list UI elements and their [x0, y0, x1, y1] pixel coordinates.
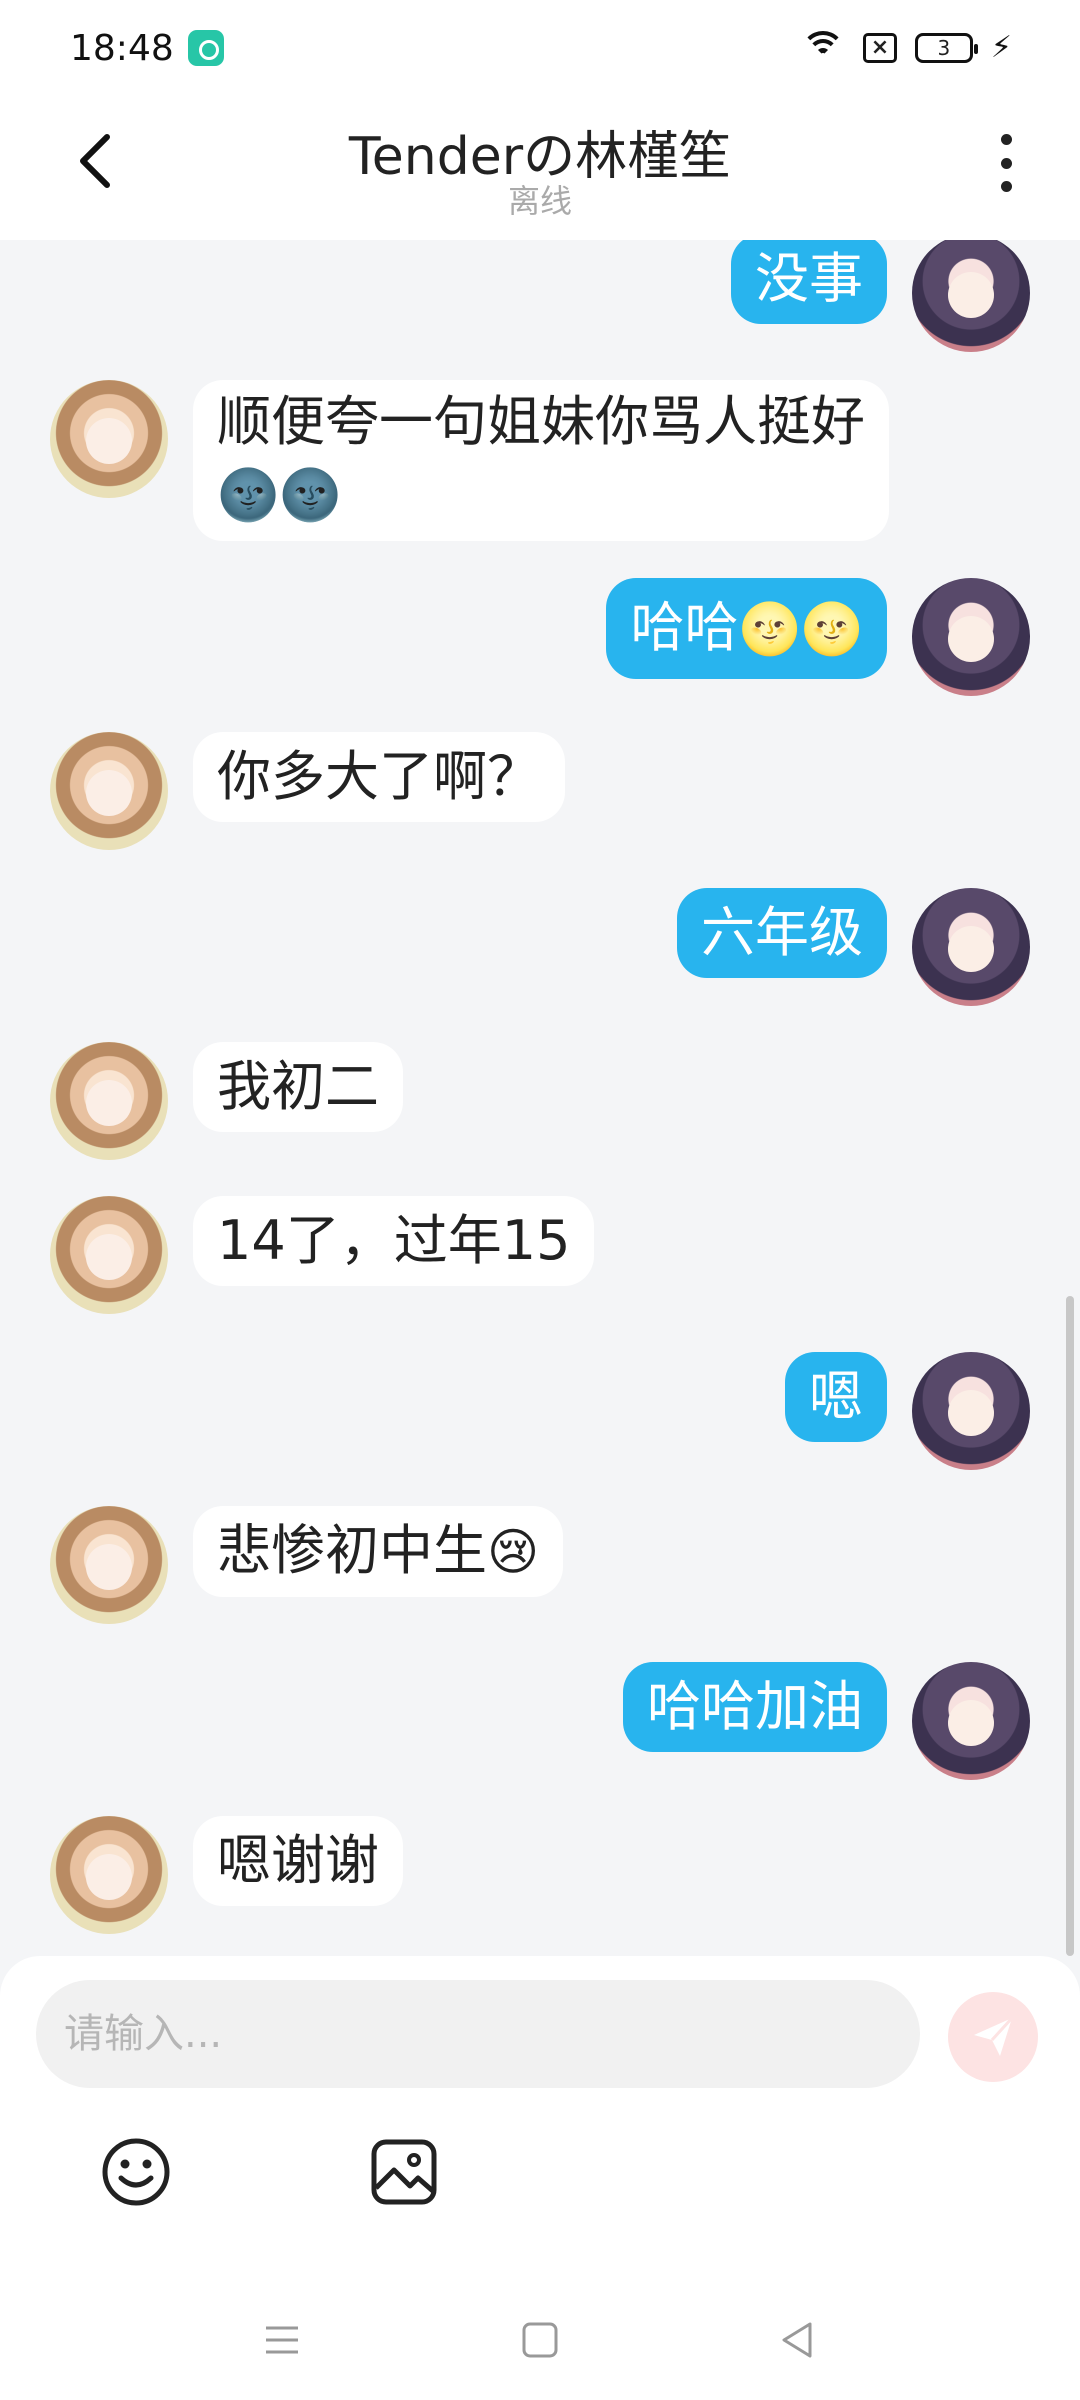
- message-text: 我初二: [217, 1055, 379, 1118]
- message-list[interactable]: 没事 顺便夸一句姐妹你骂人挺好 🌚🌚 哈哈🌝🌝 你多大了啊？ 六年级 我初二 14…: [0, 240, 1080, 1960]
- message-bubble-incoming[interactable]: 顺便夸一句姐妹你骂人挺好 🌚🌚: [193, 380, 889, 541]
- emoji-button[interactable]: [96, 2132, 176, 2212]
- menu-nav-button[interactable]: [252, 2310, 312, 2370]
- message-text: 嗯谢谢: [217, 1829, 379, 1892]
- message-text: 14了，过年15: [217, 1209, 571, 1272]
- menu-icon: [266, 2326, 298, 2354]
- smiley-icon: [102, 2138, 170, 2206]
- chat-scrollbar[interactable]: [1066, 1296, 1074, 1956]
- more-dot-icon: [1000, 181, 1012, 192]
- message-text: 你多大了啊？: [217, 745, 541, 808]
- message-bubble-outgoing[interactable]: 嗯: [785, 1352, 887, 1442]
- home-nav-button[interactable]: [510, 2310, 570, 2370]
- status-bar: 18:48 × 3 ⚡: [0, 0, 1080, 96]
- more-dot-icon: [1000, 134, 1012, 145]
- contact-avatar[interactable]: [50, 732, 168, 850]
- my-avatar[interactable]: [912, 1662, 1030, 1780]
- message-bubble-outgoing[interactable]: 没事: [731, 240, 887, 324]
- message-text: 六年级: [701, 901, 863, 964]
- my-avatar[interactable]: [912, 888, 1030, 1006]
- message-bubble-incoming[interactable]: 嗯谢谢: [193, 1816, 403, 1906]
- message-bubble-outgoing[interactable]: 哈哈🌝🌝: [606, 578, 887, 679]
- contact-avatar[interactable]: [50, 1196, 168, 1314]
- back-nav-button[interactable]: [768, 2310, 828, 2370]
- my-avatar[interactable]: [912, 240, 1030, 352]
- message-input[interactable]: [36, 1980, 920, 2088]
- message-text: 没事: [755, 247, 863, 310]
- message-bubble-incoming[interactable]: 我初二: [193, 1042, 403, 1132]
- message-bubble-incoming[interactable]: 你多大了啊？: [193, 732, 565, 822]
- system-navigation-bar: [0, 2280, 1080, 2400]
- square-icon: [522, 2322, 558, 2358]
- my-avatar[interactable]: [912, 1352, 1030, 1470]
- app-notification-icon: [188, 30, 224, 66]
- message-bubble-outgoing[interactable]: 哈哈加油: [623, 1662, 887, 1752]
- paper-plane-icon: [974, 2016, 1014, 2056]
- new-moon-face-emoji: 🌚🌚: [217, 466, 342, 524]
- status-time: 18:48: [70, 28, 174, 69]
- message-text: 哈哈加油: [647, 1675, 863, 1738]
- message-bubble-incoming[interactable]: 悲惨初中生😢: [193, 1506, 564, 1597]
- send-button[interactable]: [948, 1992, 1038, 2082]
- more-dot-icon: [1000, 157, 1012, 169]
- battery-level: 3: [937, 36, 951, 60]
- message-bubble-incoming[interactable]: 14了，过年15: [193, 1196, 595, 1286]
- status-icons: × 3 ⚡: [800, 26, 1012, 70]
- contact-avatar[interactable]: [50, 1816, 168, 1934]
- battery-icon: 3: [914, 33, 978, 63]
- message-text: 嗯: [809, 1365, 863, 1428]
- no-sim-icon: ×: [862, 33, 897, 63]
- full-moon-face-emoji: 🌝🌝: [738, 600, 863, 658]
- image-icon: [371, 2139, 437, 2205]
- charging-icon: ⚡: [990, 30, 1012, 65]
- message-text: 悲惨初中生: [217, 1519, 487, 1582]
- message-bubble-outgoing[interactable]: 六年级: [677, 888, 887, 978]
- contact-avatar[interactable]: [50, 1042, 168, 1160]
- chat-screen: 18:48 × 3 ⚡ Tenderの林槿笙 离线 没事 顺便夸一句姐妹你骂人挺…: [0, 0, 1080, 2400]
- more-options-button[interactable]: [986, 130, 1026, 196]
- contact-status: 离线: [507, 182, 572, 220]
- message-text: 顺便夸一句姐妹你骂人挺好: [217, 390, 865, 453]
- wifi-icon: [800, 31, 845, 65]
- contact-avatar[interactable]: [50, 380, 168, 498]
- chat-header: Tenderの林槿笙 离线: [0, 96, 1080, 240]
- triangle-back-icon: [782, 2322, 812, 2358]
- crying-face-emoji: 😢: [487, 1523, 540, 1581]
- message-text: 哈哈: [630, 596, 739, 659]
- contact-avatar[interactable]: [50, 1506, 168, 1624]
- image-button[interactable]: [364, 2132, 444, 2212]
- my-avatar[interactable]: [912, 578, 1030, 696]
